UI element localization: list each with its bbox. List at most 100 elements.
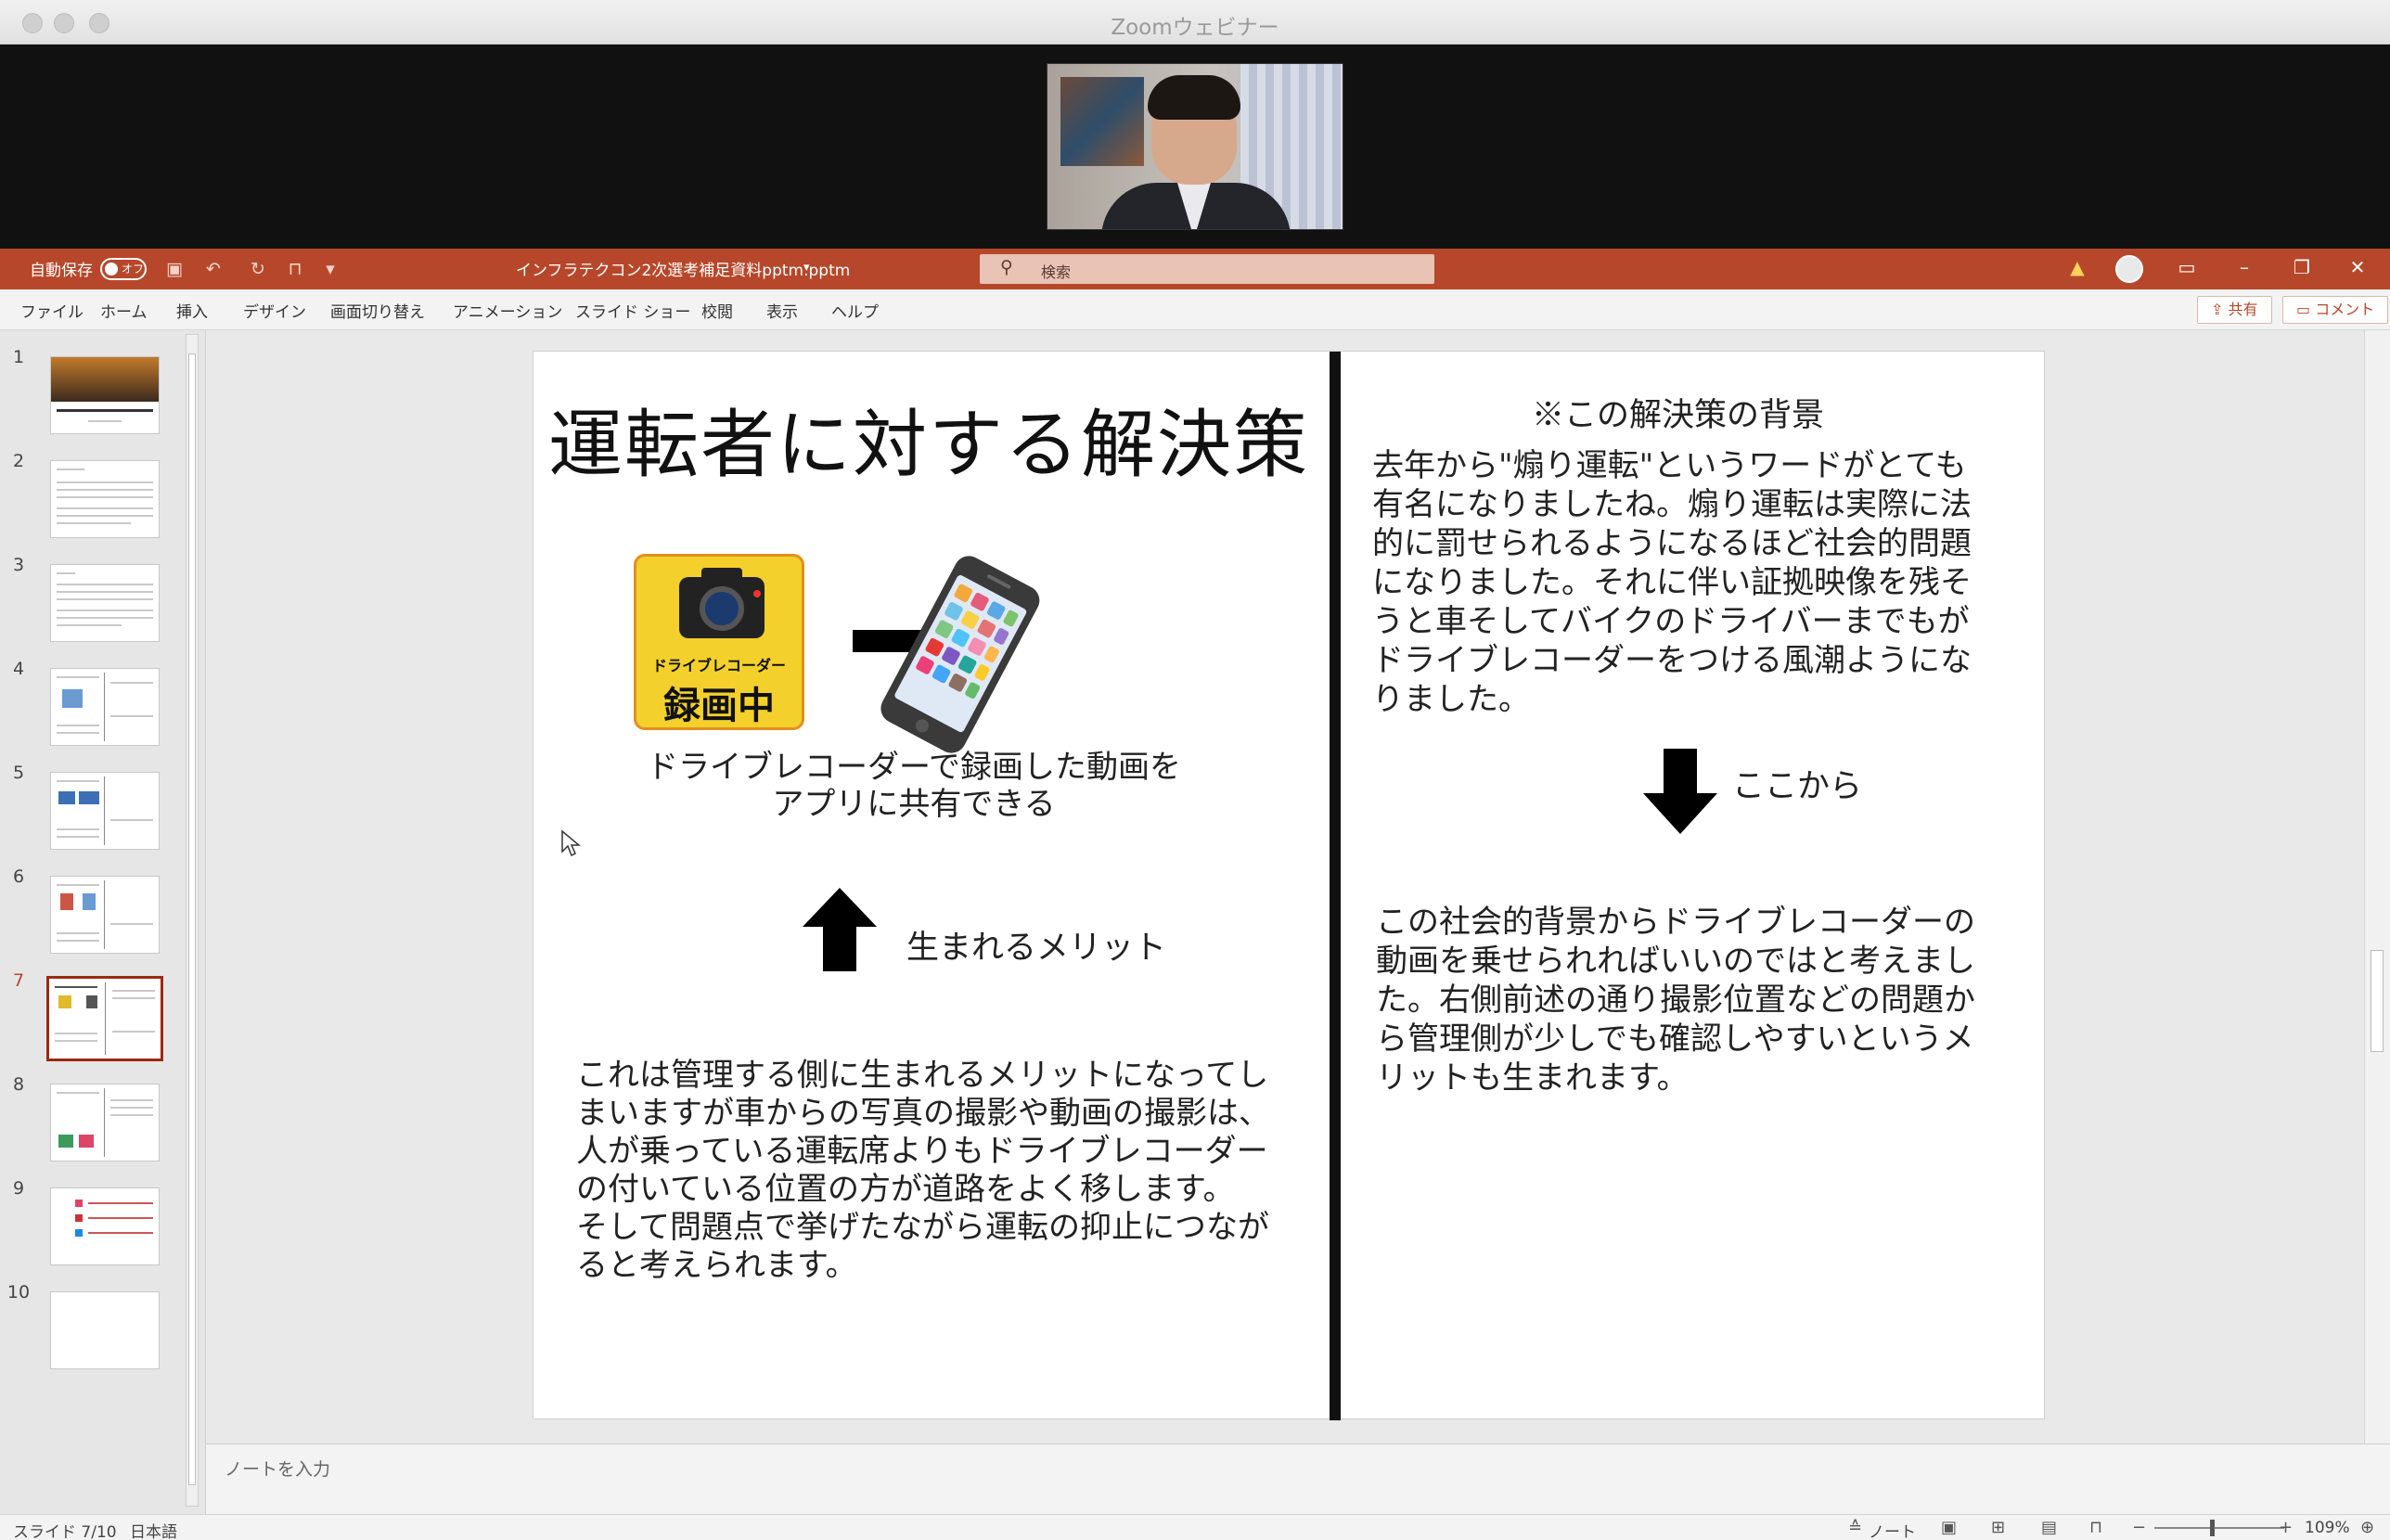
merit-label[interactable]: 生まれるメリット — [906, 921, 1166, 969]
slide-thumbnail-4[interactable] — [50, 668, 160, 746]
thumbnail-line — [110, 1099, 153, 1101]
thumbnail-line — [57, 496, 153, 498]
slide-counter: スライド 7/10 — [13, 1523, 117, 1540]
slide-canvas[interactable]: 運転者に対する解決策 ドライブレコーダー 録画中 ドライブレコーダーで録画した動… — [533, 351, 2045, 1420]
zoom-window-title: Zoomウェビナー — [1111, 16, 1279, 40]
slide-thumbnail-2[interactable] — [50, 460, 160, 538]
slide-thumbnail-5[interactable] — [50, 772, 160, 850]
tab-transitions[interactable]: 画面切り替え — [330, 299, 425, 322]
tab-view[interactable]: 表示 — [766, 299, 798, 322]
thumbnail-scrollbar[interactable] — [186, 334, 199, 1507]
zoom-slider-handle[interactable] — [2210, 1520, 2215, 1536]
minimize-icon[interactable]: – — [2230, 256, 2258, 278]
user-avatar[interactable] — [2115, 255, 2143, 283]
thumbnail-line — [57, 940, 99, 942]
redo-icon[interactable]: ↻ — [247, 258, 269, 280]
notes-pane[interactable]: ノートを入力 — [206, 1444, 2390, 1514]
search-icon: ⚲ — [1000, 257, 1013, 277]
thumbnail-line — [57, 780, 99, 782]
restore-icon[interactable]: ❐ — [2288, 256, 2316, 278]
thumbnail-divider — [104, 880, 105, 949]
thumbnail-line — [57, 676, 99, 678]
close-icon[interactable]: ✕ — [2344, 256, 2371, 278]
tab-home[interactable]: ホーム — [100, 299, 148, 322]
tab-slideshow[interactable]: スライド ショー — [575, 299, 690, 322]
present-icon[interactable]: ⊓ — [284, 258, 306, 280]
editor-scrollbar-thumb[interactable] — [2371, 950, 2384, 1052]
customize-toolbar-icon[interactable]: ▾ — [319, 258, 341, 280]
slide-title[interactable]: 運転者に対する解決策 — [548, 385, 1309, 493]
share-button[interactable]: ⇪ 共有 — [2197, 296, 2272, 324]
notes-toggle-button[interactable]: ノート — [1869, 1519, 1916, 1540]
chevron-down-icon[interactable]: ▾ — [803, 261, 810, 275]
language-indicator[interactable]: 日本語 — [130, 1519, 177, 1540]
slide-caption[interactable]: ドライブレコーダーで録画した動画を アプリに共有できる — [608, 749, 1220, 823]
mouse-cursor-icon — [561, 829, 581, 857]
thumbnail-number: 4 — [12, 659, 25, 679]
comment-button[interactable]: ▭ コメント — [2282, 296, 2389, 324]
normal-view-icon[interactable]: ▣ — [1941, 1518, 1957, 1537]
slide-thumbnail-7[interactable] — [46, 976, 163, 1061]
thumbnail-line — [110, 923, 153, 925]
autosave-toggle[interactable]: オフ — [100, 258, 147, 280]
text-line: この社会的背景からドライブレコーダーの — [1376, 904, 1975, 941]
tab-design[interactable]: デザイン — [243, 299, 306, 322]
arrow-up-icon[interactable] — [803, 888, 877, 971]
save-icon[interactable]: ▣ — [163, 258, 186, 280]
thumbnail-line — [57, 572, 75, 574]
slide-thumbnail-9[interactable] — [50, 1187, 160, 1265]
drive-recorder-sticker-image[interactable]: ドライブレコーダー 録画中 — [634, 554, 804, 730]
right-body-text[interactable]: 去年から"煽り運転"というワードがとても 有名になりましたね。煽り運転は実際に法… — [1372, 446, 2012, 719]
tab-animations[interactable]: アニメーション — [453, 299, 562, 322]
tab-review[interactable]: 校閲 — [701, 299, 733, 322]
notes-icon: ≙ — [1848, 1518, 1863, 1537]
thumbnail-image — [79, 791, 99, 804]
zoom-level[interactable]: 109% — [2305, 1519, 2350, 1537]
undo-icon[interactable]: ↶ — [202, 258, 225, 280]
slide-thumbnail-6[interactable] — [50, 876, 160, 954]
zoom-slider[interactable] — [2154, 1527, 2284, 1529]
reading-view-icon[interactable]: ▤ — [2041, 1518, 2057, 1537]
right-body-text-2[interactable]: この社会的背景からドライブレコーダーの 動画を乗せられればいいのではと考えまし … — [1376, 903, 2016, 1097]
slide-thumbnail-pane: 1 2 3 4 5 6 7 8 9 10 — [0, 330, 206, 1514]
background-heading[interactable]: ※この解決策の背景 — [1532, 389, 1824, 436]
thumbnail-number: 9 — [12, 1178, 25, 1199]
thumbnail-image — [58, 791, 75, 804]
comment-label: コメント — [2315, 301, 2375, 318]
search-input[interactable]: ⚲ 検索 — [980, 254, 1434, 284]
tab-file[interactable]: ファイル — [20, 299, 84, 322]
thumbnail-scrollbar-thumb[interactable] — [188, 353, 196, 1485]
file-name[interactable]: インフラテクコン2次選考補足資料pptm.pptm — [516, 257, 850, 280]
left-body-text[interactable]: これは管理する側に生まれるメリットになってし まいますが車からの写真の撮影や動画… — [576, 1057, 1309, 1285]
slide-thumbnail-1[interactable] — [50, 356, 160, 434]
thumbnail-image — [75, 1229, 83, 1237]
slideshow-icon[interactable]: ⊓ — [2089, 1518, 2102, 1537]
tab-insert[interactable]: 挿入 — [176, 299, 208, 322]
text-line: リットも生まれます。 — [1376, 1059, 1689, 1097]
text-line: 的に罰せられるようになるほど社会的問題 — [1372, 525, 1972, 562]
slide-sorter-icon[interactable]: ⊞ — [1991, 1518, 2005, 1537]
smartphone-icon[interactable] — [866, 556, 1051, 760]
text-line: 去年から"煽り運転"というワードがとても — [1372, 447, 1967, 484]
thumbnail-line — [57, 489, 153, 491]
slide-thumbnail-3[interactable] — [50, 564, 160, 642]
text-line: 有名になりましたね。煽り運転は実際に法 — [1372, 486, 1972, 523]
caption-line: アプリに共有できる — [772, 786, 1056, 823]
text-line: りました。 — [1372, 681, 1530, 718]
thumbnail-number: 2 — [12, 451, 25, 471]
arrow-label[interactable]: ここから — [1732, 760, 1862, 807]
ribbon-display-icon[interactable]: ▭ — [2173, 256, 2201, 278]
slide-thumbnail-10[interactable] — [50, 1291, 160, 1369]
warning-icon[interactable]: ▲ — [2063, 256, 2091, 278]
text-line: ドライブレコーダーをつける風潮ようにな — [1372, 642, 1972, 679]
fit-to-window-icon[interactable]: ⊕ — [2360, 1518, 2374, 1537]
tab-help[interactable]: ヘルプ — [831, 299, 879, 322]
speaker-video-tile[interactable] — [1047, 63, 1343, 230]
slide-thumbnail-8[interactable] — [50, 1084, 160, 1161]
thumbnail-image — [60, 893, 73, 910]
arrow-down-icon[interactable] — [1643, 749, 1717, 834]
zoom-out-icon[interactable]: − — [2132, 1518, 2146, 1537]
zoom-in-icon[interactable]: + — [2279, 1518, 2293, 1537]
editor-scrollbar[interactable] — [2364, 330, 2390, 1444]
video-speaker-hair — [1148, 75, 1240, 120]
